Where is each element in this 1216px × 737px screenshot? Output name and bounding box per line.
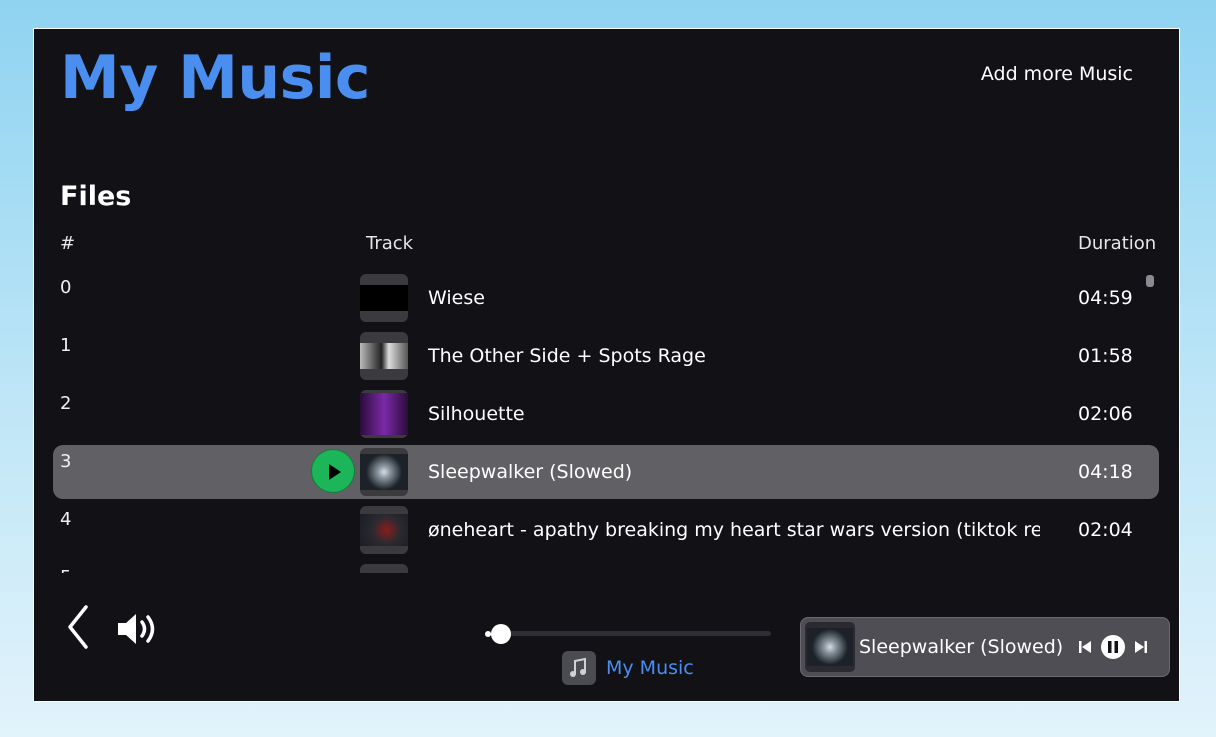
track-thumbnail [360, 506, 408, 554]
track-row-selected[interactable]: 3 Sleepwalker (Slowed) 04:18 [53, 445, 1159, 499]
track-thumbnail [360, 564, 408, 573]
track-duration: 04:59 [1078, 287, 1133, 309]
skip-next-icon[interactable] [1133, 634, 1149, 660]
track-thumbnail [360, 390, 408, 438]
track-title: øneheart - apathy breaking my heart star… [428, 519, 1040, 541]
column-header-duration: Duration [1078, 233, 1157, 254]
now-playing-bar[interactable]: Sleepwalker (Slowed) [800, 617, 1170, 677]
play-icon [329, 464, 341, 480]
track-thumbnail [360, 274, 408, 322]
play-button[interactable] [311, 449, 355, 493]
track-row[interactable]: 2 Silhouette 02:06 [53, 387, 1159, 441]
track-list[interactable]: 0 Wiese 04:59 1 The Other Side + Spots R… [53, 271, 1161, 573]
now-playing-thumbnail [805, 622, 855, 672]
track-number: 1 [60, 335, 72, 356]
column-header-track: Track [366, 233, 414, 254]
column-header-number: # [60, 233, 76, 254]
track-number: 5 [60, 567, 71, 573]
scrollbar-thumb[interactable] [1146, 275, 1154, 287]
track-thumbnail [360, 332, 408, 380]
track-title: Wiese [428, 287, 485, 309]
progress-knob[interactable] [491, 624, 511, 644]
track-duration: 01:58 [1078, 345, 1133, 367]
progress-track [489, 631, 771, 636]
track-thumbnail [360, 448, 408, 496]
skip-previous-icon[interactable] [1077, 634, 1093, 660]
track-title: The Other Side + Spots Rage [428, 345, 706, 367]
track-duration: 02:04 [1078, 519, 1133, 541]
pause-icon[interactable] [1099, 634, 1127, 660]
track-number: 0 [60, 277, 72, 298]
speaker-volume-icon[interactable] [116, 611, 162, 647]
track-row[interactable]: 0 Wiese 04:59 [53, 271, 1159, 325]
files-heading: Files [60, 181, 132, 212]
page-title: My Music [60, 43, 370, 113]
now-playing-title: Sleepwalker (Slowed) [859, 636, 1064, 658]
track-title: Silhouette [428, 403, 525, 425]
track-number: 3 [60, 451, 72, 472]
track-row[interactable]: 4 øneheart - apathy breaking my heart st… [53, 503, 1159, 557]
track-duration: 04:18 [1078, 461, 1133, 483]
track-duration: 02:06 [1078, 403, 1133, 425]
track-number: 2 [60, 393, 72, 414]
music-note-icon [562, 651, 596, 685]
track-title: Sleepwalker (Slowed) [428, 461, 633, 483]
track-number: 4 [60, 509, 72, 530]
track-row[interactable]: 5 [53, 561, 1159, 573]
add-more-music-button[interactable]: Add more Music [981, 63, 1133, 85]
music-app-window: My Music Add more Music Files # Track Du… [33, 28, 1180, 702]
track-row[interactable]: 1 The Other Side + Spots Rage 01:58 [53, 329, 1159, 383]
playback-progress-slider[interactable] [485, 622, 771, 646]
chevron-left-icon[interactable] [64, 603, 94, 651]
source-label[interactable]: My Music [606, 657, 694, 679]
